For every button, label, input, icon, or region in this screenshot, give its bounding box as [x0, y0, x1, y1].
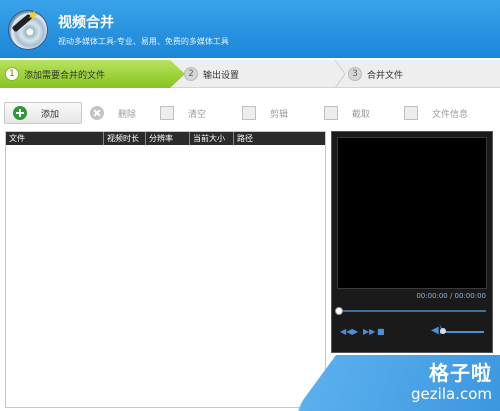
- app-title: 视频合并: [58, 15, 114, 31]
- step-merge-files[interactable]: 3 合并文件: [348, 60, 498, 88]
- column-file[interactable]: 文件: [6, 132, 104, 145]
- fast-forward-icon[interactable]: ▶▶: [363, 327, 375, 336]
- step-label: 添加需要合并的文件: [24, 70, 106, 81]
- step-label: 合并文件: [367, 70, 404, 81]
- step-add-files[interactable]: 1 添加需要合并的文件: [0, 60, 185, 88]
- watermark-url: gezila.com: [411, 385, 492, 403]
- column-duration[interactable]: 视频时长: [104, 132, 146, 145]
- app-header: 视频合并 视动多媒体工具-专业、易用、免费的多媒体工具: [0, 0, 500, 58]
- app-subtitle: 视动多媒体工具-专业、易用、免费的多媒体工具: [58, 37, 229, 46]
- step-number: 1: [5, 67, 19, 81]
- crop-icon: [324, 106, 338, 120]
- seek-handle[interactable]: [335, 307, 343, 315]
- watermark-chinese: 格子啦: [429, 361, 492, 385]
- video-player: 00:00:00 / 00:00:00 ◀◀ ▶ ▶▶ ■ ◀): [331, 131, 493, 353]
- seek-bar[interactable]: [335, 307, 486, 315]
- crop-button[interactable]: 截取: [316, 102, 396, 124]
- column-size[interactable]: 当前大小: [190, 132, 234, 145]
- add-label: 添加: [41, 109, 60, 120]
- step-label: 输出设置: [203, 70, 240, 81]
- delete-label: 删除: [118, 109, 137, 120]
- step-output-settings[interactable]: 2 输出设置: [184, 60, 344, 88]
- volume-handle[interactable]: [440, 328, 446, 334]
- stop-icon[interactable]: ■: [377, 327, 385, 336]
- file-list[interactable]: 文件 视频时长 分辨率 当前大小 路径: [5, 131, 326, 408]
- clip-button[interactable]: 剪辑: [234, 102, 316, 124]
- plus-icon: [13, 106, 27, 120]
- step-number: 2: [184, 67, 198, 81]
- watermark: 格子啦 gezila.com: [295, 355, 500, 411]
- step-number: 3: [348, 67, 362, 81]
- file-info-button[interactable]: 文件信息: [396, 102, 486, 124]
- wizard-steps: 1 添加需要合并的文件 2 输出设置 3 合并文件: [0, 60, 500, 88]
- column-path[interactable]: 路径: [234, 132, 325, 145]
- volume-slider[interactable]: [440, 328, 484, 334]
- trash-icon: [160, 106, 174, 120]
- add-button[interactable]: 添加: [4, 102, 82, 124]
- toolbar: 添加 删除 清空 剪辑 截取 文件信息: [4, 101, 492, 125]
- step-separator: [334, 60, 346, 88]
- play-icon[interactable]: ▶: [352, 327, 358, 336]
- crop-label: 截取: [352, 109, 371, 120]
- edit-icon: [242, 106, 256, 120]
- clip-label: 剪辑: [270, 109, 289, 120]
- file-list-header: 文件 视频时长 分辨率 当前大小 路径: [6, 132, 325, 145]
- delete-icon: [90, 106, 104, 120]
- document-icon: [404, 106, 418, 120]
- rewind-icon[interactable]: ◀◀: [340, 327, 352, 336]
- time-display: 00:00:00 / 00:00:00: [416, 292, 486, 300]
- file-info-label: 文件信息: [432, 109, 469, 120]
- clear-label: 清空: [188, 109, 207, 120]
- column-resolution[interactable]: 分辨率: [146, 132, 190, 145]
- video-screen: [337, 137, 487, 289]
- delete-button[interactable]: 删除: [82, 102, 152, 124]
- clear-button[interactable]: 清空: [152, 102, 234, 124]
